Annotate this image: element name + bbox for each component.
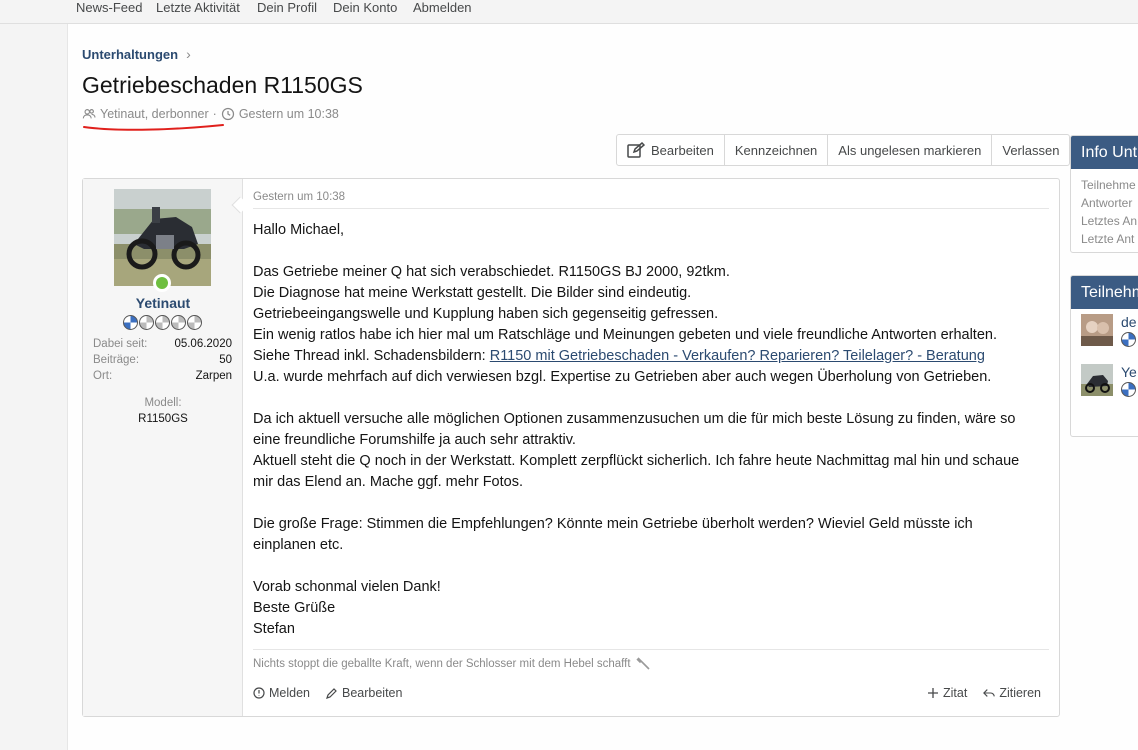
conversation-meta: Yetinaut, derbonner · Gestern um 10:38 xyxy=(82,107,339,121)
post-line: Die Diagnose hat meine Werkstatt gestell… xyxy=(253,285,692,301)
rank-badges xyxy=(123,315,202,330)
post-line: Die große Frage: Stimmen die Empfehlunge… xyxy=(253,516,973,532)
nav-news-feed[interactable]: News-Feed xyxy=(76,0,142,16)
stat-posts: Beiträge: 50 xyxy=(93,354,232,366)
sidebar-participants-title: Teilnehm xyxy=(1071,276,1138,309)
participant-item[interactable]: de xyxy=(1081,314,1137,347)
sidebar-info-title: Info Unt xyxy=(1071,136,1138,169)
flag-button[interactable]: Kennzeichnen xyxy=(725,135,829,165)
participants-link[interactable]: Yetinaut, derbonner xyxy=(100,107,209,121)
model-value: R1150GS xyxy=(138,413,188,425)
bmw-badge-grey-icon xyxy=(139,315,154,330)
post-line: Vorab schonmal vielen Dank! xyxy=(253,579,441,595)
bmw-badge-icon xyxy=(1121,382,1136,397)
bmw-badge-icon xyxy=(1121,332,1136,347)
report-button[interactable]: Melden xyxy=(253,686,310,700)
user-model: Modell: R1150GS xyxy=(83,395,243,427)
post-line: mir das Elend an. Mache ggf. mehr Fotos. xyxy=(253,474,523,490)
participant-name[interactable]: de xyxy=(1121,314,1137,330)
post-line: U.a. wurde mehrfach auf dich verwiesen b… xyxy=(253,369,992,385)
bmw-badge-grey-icon xyxy=(187,315,202,330)
edit-icon xyxy=(627,142,645,158)
conversation-time[interactable]: Gestern um 10:38 xyxy=(239,107,339,121)
stat-location: Ort: Zarpen xyxy=(93,370,232,382)
mark-unread-button[interactable]: Als ungelesen markieren xyxy=(828,135,993,165)
breadcrumb: Unterhaltungen › xyxy=(82,46,191,62)
post-line-with-link: Siehe Thread inkl. Schadensbildern: R115… xyxy=(253,348,985,364)
message-post: Yetinaut Dabei seit: 05.06.2020 Beiträge:… xyxy=(82,178,1060,717)
breadcrumb-conversations[interactable]: Unterhaltungen xyxy=(82,47,178,62)
nav-latest-activity[interactable]: Letzte Aktivität xyxy=(156,0,240,16)
stat-joined: Dabei seit: 05.06.2020 xyxy=(93,338,232,350)
pencil-icon xyxy=(326,688,337,699)
nav-profile[interactable]: Dein Profil xyxy=(257,0,317,16)
post-line: Getriebeeingangswelle und Kupplung haben… xyxy=(253,306,719,322)
post-line: Aktuell steht die Q noch in der Werkstat… xyxy=(253,453,1020,469)
user-panel: Yetinaut Dabei seit: 05.06.2020 Beiträge:… xyxy=(83,179,243,716)
sidebar-info-box: Info Unt Teilnehme Antworter Letztes An … xyxy=(1070,135,1138,253)
reply-quote-button[interactable]: Zitieren xyxy=(983,686,1041,700)
divider xyxy=(253,208,1049,209)
avatar[interactable] xyxy=(114,189,211,286)
post-date[interactable]: Gestern um 10:38 xyxy=(253,191,345,203)
avatar-motorcycle-photo xyxy=(114,189,211,286)
conversation-toolbar: Bearbeiten Kennzeichnen Als ungelesen ma… xyxy=(616,134,1071,166)
nav-logout[interactable]: Abmelden xyxy=(413,0,472,16)
signature-text: Nichts stoppt die geballte Kraft, wenn d… xyxy=(253,658,631,670)
username[interactable]: Yetinaut xyxy=(83,295,243,311)
plus-icon xyxy=(928,688,938,698)
top-navigation: News-Feed Letzte Aktivität Dein Profil D… xyxy=(0,0,1138,24)
participant-avatar xyxy=(1081,364,1113,396)
wrench-icon xyxy=(635,657,650,670)
post-line: Beste Grüße xyxy=(253,600,336,616)
post-line: eine freundliche Forumshilfe ja auch seh… xyxy=(253,432,576,448)
participant-avatar xyxy=(1081,314,1113,346)
sidebar-participants-box: Teilnehm de Ye xyxy=(1070,275,1138,437)
sidebar-info-list: Teilnehme Antworter Letztes An Letzte An… xyxy=(1081,178,1138,246)
clock-icon xyxy=(221,107,234,121)
red-underline-annotation xyxy=(83,124,224,131)
edit-button-label: Bearbeiten xyxy=(651,142,714,158)
post-body: Hallo Michael, Das Getriebe meiner Q hat… xyxy=(253,220,1053,640)
user-stats: Dabei seit: 05.06.2020 Beiträge: 50 Ort: Za… xyxy=(93,336,232,384)
post-line: Das Getriebe meiner Q hat sich verabschi… xyxy=(253,264,730,280)
post-line: einplanen etc. xyxy=(253,537,344,553)
page-title: Getriebeschaden R1150GS xyxy=(82,72,363,98)
users-icon xyxy=(82,109,96,119)
meta-separator: · xyxy=(212,107,217,121)
thread-link[interactable]: R1150 mit Getriebeschaden - Verkaufen? R… xyxy=(490,348,985,364)
leave-button[interactable]: Verlassen xyxy=(992,135,1069,165)
signature: Nichts stoppt die geballte Kraft, wenn d… xyxy=(253,656,651,672)
online-status-icon xyxy=(153,274,171,292)
reply-icon xyxy=(983,689,996,697)
participant-item[interactable]: Ye xyxy=(1081,364,1137,397)
post-actions-left: Melden Bearbeiten xyxy=(253,686,402,700)
post-line: Stefan xyxy=(253,621,295,637)
edit-button[interactable]: Bearbeiten xyxy=(617,135,725,165)
post-line: Da ich aktuell versuche alle möglichen O… xyxy=(253,411,1016,427)
chevron-right-icon: › xyxy=(186,46,191,62)
bmw-badge-grey-icon xyxy=(155,315,170,330)
bmw-badge-grey-icon xyxy=(171,315,186,330)
post-line: Ein wenig ratlos habe ich hier mal um Ra… xyxy=(253,327,997,343)
nav-account[interactable]: Dein Konto xyxy=(333,0,397,16)
quote-button[interactable]: Zitat xyxy=(927,686,967,700)
model-label: Modell: xyxy=(144,397,182,409)
post-greeting: Hallo Michael, xyxy=(253,222,345,238)
signature-divider xyxy=(253,649,1049,650)
bmw-badge-icon xyxy=(123,315,138,330)
participant-name[interactable]: Ye xyxy=(1121,364,1137,380)
alert-circle-icon xyxy=(253,687,265,699)
edit-post-button[interactable]: Bearbeiten xyxy=(326,686,402,700)
post-actions-right: Zitat Zitieren xyxy=(927,686,1041,700)
